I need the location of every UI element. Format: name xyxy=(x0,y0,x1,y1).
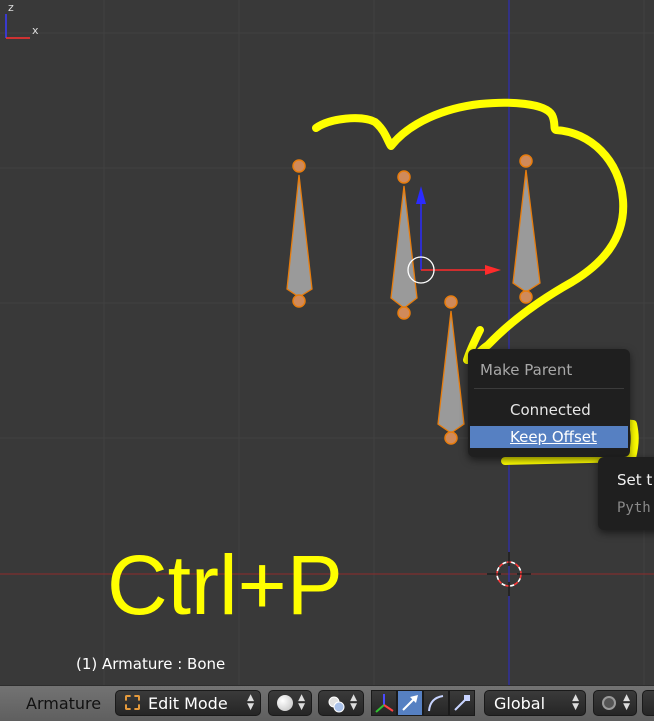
orientation-label: Global xyxy=(494,694,546,713)
active-object-status: (1) Armature : Bone xyxy=(76,655,226,673)
scale-icon xyxy=(454,695,470,711)
scale-manipulator-button[interactable] xyxy=(449,690,475,716)
view-axis-gizmo: z x xyxy=(5,1,39,39)
bone-2[interactable] xyxy=(390,170,418,320)
mode-label: Edit Mode xyxy=(148,694,228,713)
viewport-header: Armature Edit Mode ▲ ▼ ▲ ▼ ▲ ▼ Global ▲ … xyxy=(0,685,654,721)
transform-manipulator[interactable] xyxy=(407,186,501,284)
translate-manipulator-button[interactable] xyxy=(397,690,423,716)
manipulator-icon xyxy=(375,694,394,713)
edit-mode-icon xyxy=(125,695,140,710)
menu-item-keep-offset[interactable]: Keep Offset xyxy=(470,426,628,448)
snap-icon xyxy=(602,696,616,710)
solid-sphere-icon xyxy=(277,695,293,711)
pivot-point-dropdown[interactable]: ▲ ▼ xyxy=(318,690,364,716)
dropdown-arrows-icon: ▲ ▼ xyxy=(298,693,305,712)
menu-separator xyxy=(474,388,624,389)
header-overflow-button[interactable] xyxy=(642,690,654,716)
menu-item-set[interactable]: Set t xyxy=(617,471,652,489)
bone-4-active[interactable] xyxy=(437,295,465,445)
dropdown-arrows-icon: ▲ ▼ xyxy=(247,693,254,712)
axis-x-label: x xyxy=(32,24,39,37)
rotate-arc-icon xyxy=(428,695,444,712)
rotate-manipulator-button[interactable] xyxy=(423,690,449,716)
menu-item-python-tooltip: Pyth xyxy=(617,500,651,516)
make-parent-menu: Make Parent Connected Keep Offset xyxy=(468,349,630,457)
secondary-menu: Set t Pyth xyxy=(598,457,654,530)
3d-viewport[interactable]: Ctrl+P z x (1) Armature : Bone Make Pare… xyxy=(0,0,654,685)
transform-orientation-dropdown[interactable]: Global ▲ ▼ xyxy=(484,690,586,716)
editor-label: Armature xyxy=(26,694,102,713)
menu-item-connected[interactable]: Connected xyxy=(470,399,628,421)
snap-dropdown[interactable]: ▲ ▼ xyxy=(593,690,637,716)
pivot-point-icon xyxy=(328,696,345,713)
mode-dropdown[interactable]: Edit Mode ▲ ▼ xyxy=(115,690,261,716)
annotation-heart-arrow xyxy=(312,98,628,362)
shortcut-annotation: Ctrl+P xyxy=(107,538,343,632)
axis-z-label: z xyxy=(8,1,14,14)
bone-1[interactable] xyxy=(286,159,313,308)
dropdown-arrows-icon: ▲ ▼ xyxy=(572,693,579,712)
viewport-shading-dropdown[interactable]: ▲ ▼ xyxy=(268,690,312,716)
manipulator-toggle-button[interactable] xyxy=(371,690,397,716)
translate-arrow-icon xyxy=(402,695,418,711)
dropdown-arrows-icon: ▲ ▼ xyxy=(350,693,357,712)
menu-title: Make Parent xyxy=(480,361,573,379)
dropdown-arrows-icon: ▲ ▼ xyxy=(623,693,630,712)
bone-3[interactable] xyxy=(512,154,541,304)
